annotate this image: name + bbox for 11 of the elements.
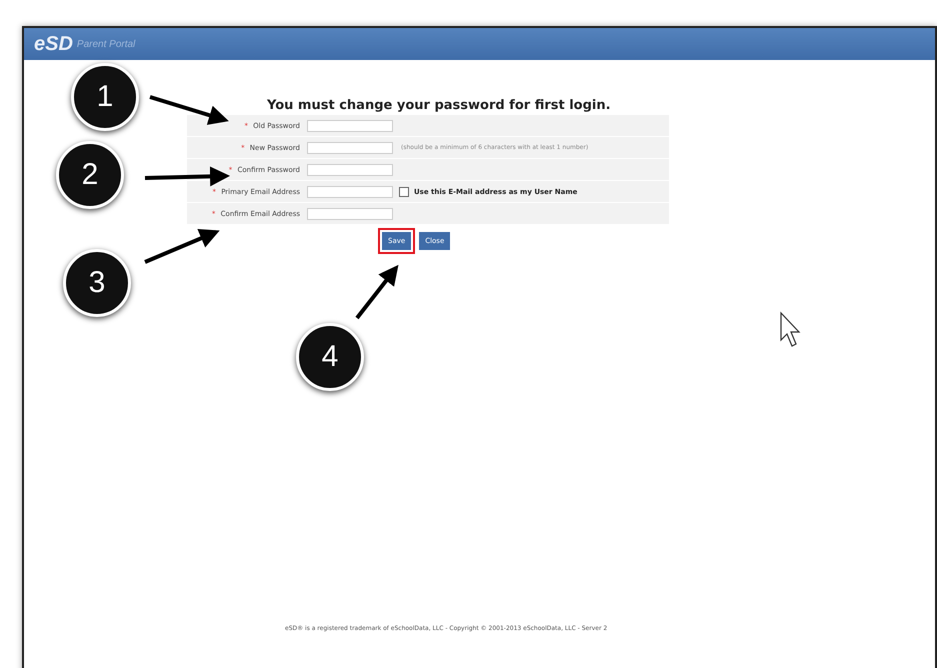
input-field[interactable] [307,208,393,220]
input-field[interactable] [307,164,393,176]
cursor-icon [780,312,800,347]
input-field[interactable] [307,142,393,154]
page-title: You must change your password for first login. [267,98,611,113]
checkbox[interactable] [399,186,409,196]
input-field[interactable] [307,120,393,132]
input-field[interactable] [307,186,393,198]
logo: eSD [34,32,73,56]
portal-name: Parent Portal [76,38,136,50]
arrow [355,264,398,320]
